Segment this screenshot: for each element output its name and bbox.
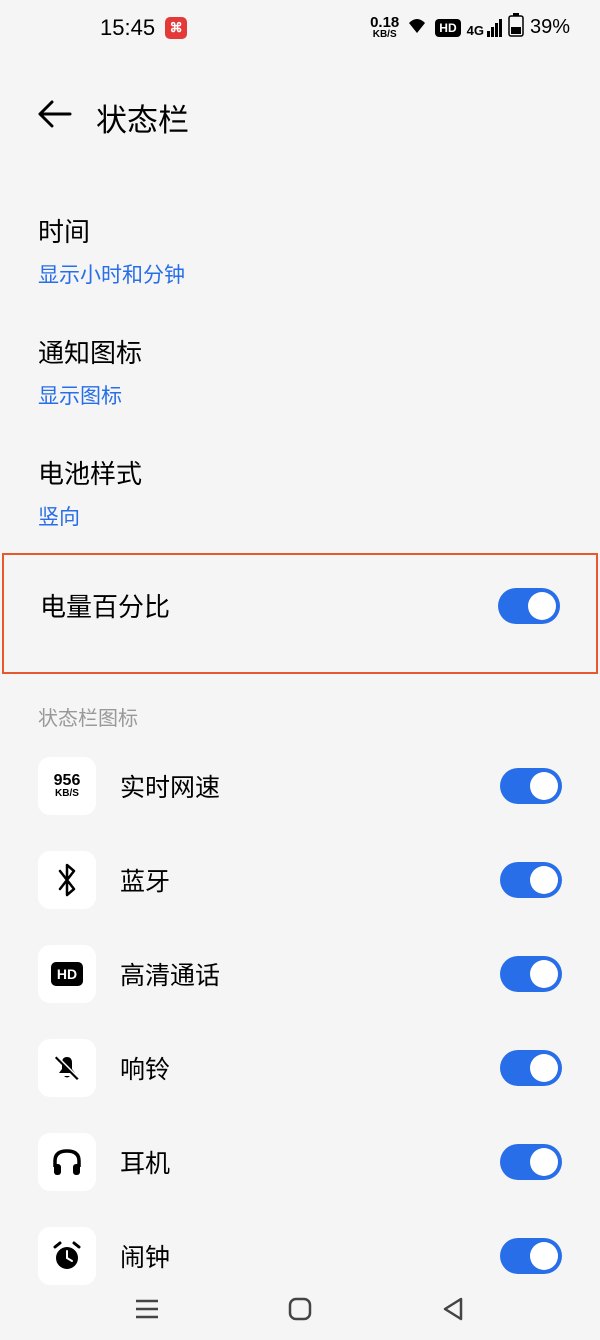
icon-row-headphone[interactable]: 耳机 [0,1115,600,1209]
setting-time[interactable]: 时间 显示小时和分钟 [0,190,600,311]
hd-call-icon: HD [38,945,96,1003]
icon-row-hd-call[interactable]: HD 高清通话 [0,927,600,1021]
battery-percentage: 39% [530,16,570,39]
ring-label: 响铃 [120,1050,476,1086]
setting-battery-percentage[interactable]: 电量百分比 [4,555,596,672]
battery-pct-label: 电量百分比 [40,587,170,624]
headphone-icon [38,1133,96,1191]
headphone-switch[interactable] [500,1144,562,1180]
phone-status-bar: 15:45 ⌘ 0.18 KB/S HD 4G 39% [0,0,600,55]
setting-time-value: 显示小时和分钟 [38,259,562,289]
section-header-status-icons: 状态栏图标 [0,674,600,739]
icon-row-ring[interactable]: 响铃 [0,1021,600,1115]
icon-row-net-speed[interactable]: 956KB/S 实时网速 [0,739,600,833]
hd-icon: HD [435,19,460,37]
setting-notification-icon[interactable]: 通知图标 显示图标 [0,311,600,432]
hd-call-label: 高清通话 [120,956,476,992]
setting-battery-style[interactable]: 电池样式 竖向 [0,432,600,553]
ring-switch[interactable] [500,1050,562,1086]
net-speed-switch[interactable] [500,768,562,804]
alarm-clock-icon [38,1227,96,1285]
net-speed-icon: 956KB/S [38,757,96,815]
nav-back-icon[interactable] [438,1294,468,1324]
bluetooth-label: 蓝牙 [120,862,476,898]
setting-time-label: 时间 [38,212,562,249]
net-speed-indicator: 0.18 KB/S [370,15,399,40]
alarm-switch[interactable] [500,1238,562,1274]
setting-battery-style-label: 电池样式 [38,454,562,491]
headphone-label: 耳机 [120,1144,476,1180]
ring-mute-icon [38,1039,96,1097]
highlighted-battery-percentage-row: 电量百分比 [2,553,598,674]
nav-home-icon[interactable] [285,1294,315,1324]
bluetooth-switch[interactable] [500,862,562,898]
setting-battery-style-value: 竖向 [38,501,562,531]
page-header: 状态栏 [0,55,600,160]
wifi-icon [405,15,429,41]
battery-pct-switch[interactable] [498,588,560,624]
battery-icon [508,13,524,43]
bluetooth-icon [38,851,96,909]
status-time: 15:45 [100,15,155,41]
setting-notif-value: 显示图标 [38,380,562,410]
signal-4g: 4G [467,19,502,37]
back-arrow-icon[interactable] [38,99,72,136]
app-badge-icon: ⌘ [165,17,187,39]
net-speed-label: 实时网速 [120,768,476,804]
nav-recent-icon[interactable] [132,1294,162,1324]
setting-notif-label: 通知图标 [38,333,562,370]
icon-row-bluetooth[interactable]: 蓝牙 [0,833,600,927]
hd-call-switch[interactable] [500,956,562,992]
system-nav-bar [0,1278,600,1340]
alarm-label: 闹钟 [120,1238,476,1274]
page-title: 状态栏 [96,95,189,140]
